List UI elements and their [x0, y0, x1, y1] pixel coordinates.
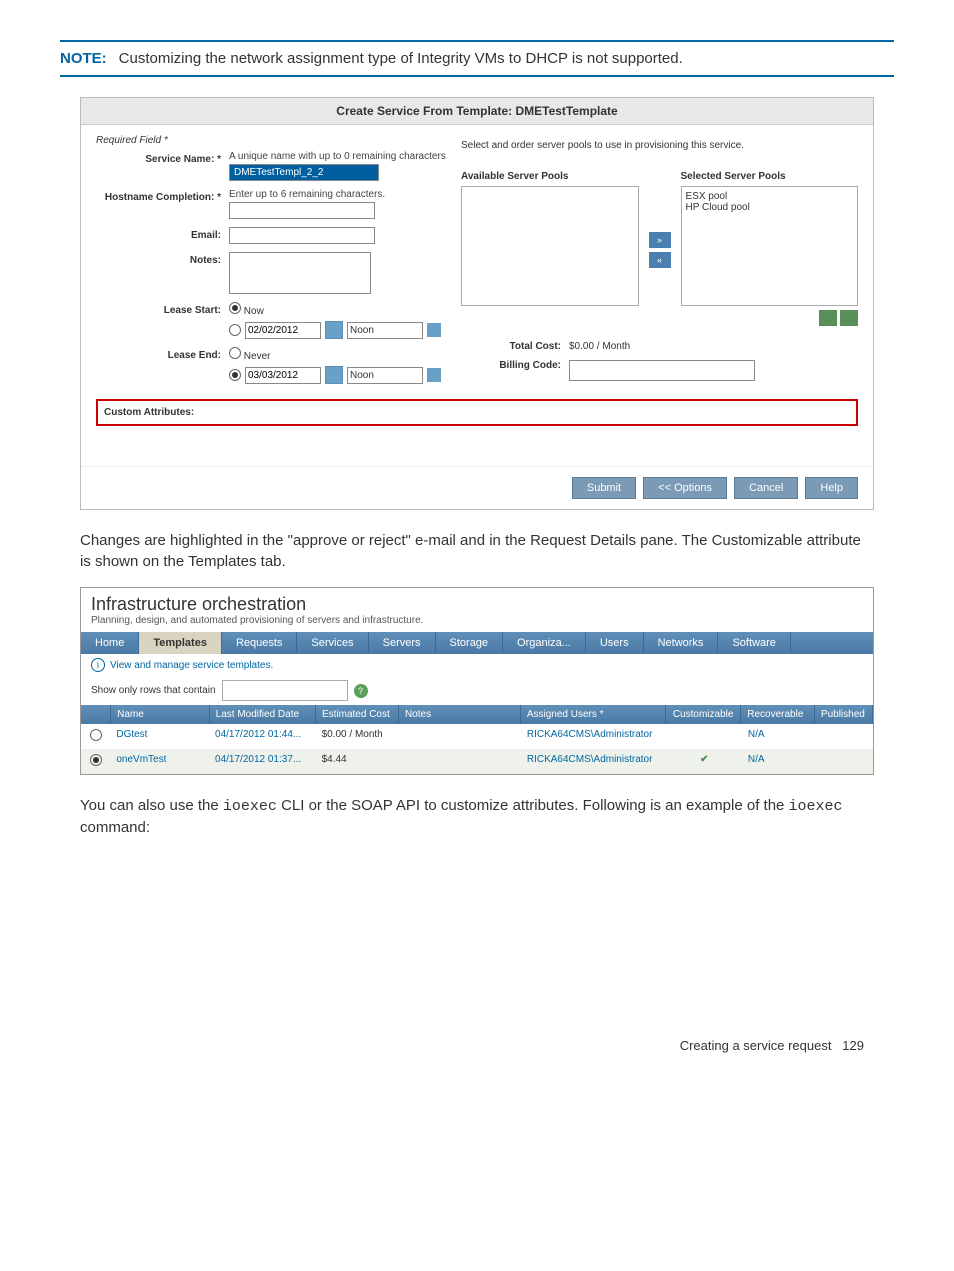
email-label: Email: [96, 227, 229, 241]
dropdown-icon[interactable] [427, 368, 441, 382]
io-subtitle: Planning, design, and automated provisio… [91, 615, 863, 626]
move-down-icon[interactable] [819, 310, 837, 326]
tab-requests[interactable]: Requests [222, 632, 297, 654]
table-row[interactable]: DGtest04/17/2012 01:44...$0.00 / MonthRI… [81, 724, 873, 749]
row-name[interactable]: DGtest [110, 724, 209, 749]
lease-start-date-radio[interactable] [229, 324, 241, 336]
row-radio[interactable] [90, 754, 102, 766]
note-block: NOTE: Customizing the network assignment… [60, 40, 894, 77]
available-pools-header: Available Server Pools [461, 171, 639, 182]
table-row[interactable]: oneVmTest04/17/2012 01:37...$4.44RICKA64… [81, 749, 873, 774]
create-service-dialog: Create Service From Template: DMETestTem… [80, 97, 874, 510]
total-cost-value: $0.00 / Month [569, 341, 630, 352]
lease-end-time-select[interactable]: Noon [347, 367, 423, 384]
dialog-title: Create Service From Template: DMETestTem… [81, 98, 873, 125]
note-text: Customizing the network assignment type … [110, 50, 683, 67]
lease-end-label: Lease End: [96, 347, 229, 361]
cancel-button[interactable]: Cancel [734, 477, 798, 499]
lease-start-date-input[interactable] [245, 322, 321, 339]
tab-networks[interactable]: Networks [644, 632, 719, 654]
info-icon: i [91, 658, 105, 672]
tab-users[interactable]: Users [586, 632, 644, 654]
pool-item[interactable]: ESX pool [686, 191, 854, 202]
custom-attributes-section: Custom Attributes: [96, 399, 858, 426]
lease-end-never-radio[interactable] [229, 347, 241, 359]
help-button[interactable]: Help [805, 477, 858, 499]
io-title: Infrastructure orchestration [91, 594, 863, 615]
io-templates-screenshot: Infrastructure orchestration Planning, d… [80, 587, 874, 775]
tab-services[interactable]: Services [297, 632, 368, 654]
service-name-input[interactable] [229, 164, 379, 181]
filter-label: Show only rows that contain [91, 685, 216, 696]
tab-organiza[interactable]: Organiza... [503, 632, 586, 654]
pools-hint: Select and order server pools to use in … [461, 140, 858, 151]
notes-label: Notes: [96, 252, 229, 266]
help-icon[interactable]: ? [354, 684, 368, 698]
info-text: View and manage service templates. [110, 660, 273, 671]
hostname-input[interactable] [229, 202, 375, 219]
email-input[interactable] [229, 227, 375, 244]
page-footer: Creating a service request 129 [60, 1038, 894, 1053]
move-up-icon[interactable] [840, 310, 858, 326]
pool-item[interactable]: HP Cloud pool [686, 202, 854, 213]
tab-software[interactable]: Software [718, 632, 790, 654]
row-radio[interactable] [90, 729, 102, 741]
filter-input[interactable] [222, 680, 348, 701]
selected-pools-list[interactable]: ESX pool HP Cloud pool [681, 186, 859, 306]
paragraph-2: You can also use the ioexec CLI or the S… [80, 795, 874, 838]
lease-start-time-select[interactable]: Noon [347, 322, 423, 339]
billing-code-label: Billing Code: [461, 360, 569, 381]
calendar-icon[interactable] [325, 366, 343, 384]
tab-storage[interactable]: Storage [436, 632, 504, 654]
check-icon: ✔ [700, 754, 708, 765]
options-button[interactable]: << Options [643, 477, 727, 499]
total-cost-label: Total Cost: [461, 341, 569, 352]
paragraph-1: Changes are highlighted in the "approve … [80, 530, 874, 572]
lease-end-date-input[interactable] [245, 367, 321, 384]
move-left-button[interactable]: « [649, 252, 671, 268]
grid-header: Name Last Modified Date Estimated Cost N… [81, 705, 873, 724]
tab-templates[interactable]: Templates [139, 632, 222, 654]
submit-button[interactable]: Submit [572, 477, 636, 499]
move-right-button[interactable]: » [649, 232, 671, 248]
tab-home[interactable]: Home [81, 632, 139, 654]
tabs: HomeTemplatesRequestsServicesServersStor… [81, 632, 873, 654]
row-name[interactable]: oneVmTest [110, 749, 209, 774]
service-name-label: Service Name: * [96, 151, 229, 165]
lease-end-date-radio[interactable] [229, 369, 241, 381]
billing-code-input[interactable] [569, 360, 755, 381]
lease-start-label: Lease Start: [96, 302, 229, 316]
tab-servers[interactable]: Servers [369, 632, 436, 654]
dropdown-icon[interactable] [427, 323, 441, 337]
note-label: NOTE: [60, 50, 107, 67]
available-pools-list[interactable] [461, 186, 639, 306]
notes-input[interactable] [229, 252, 371, 294]
calendar-icon[interactable] [325, 321, 343, 339]
lease-start-now-radio[interactable] [229, 302, 241, 314]
hostname-label: Hostname Completion: * [96, 189, 229, 203]
selected-pools-header: Selected Server Pools [681, 171, 859, 182]
